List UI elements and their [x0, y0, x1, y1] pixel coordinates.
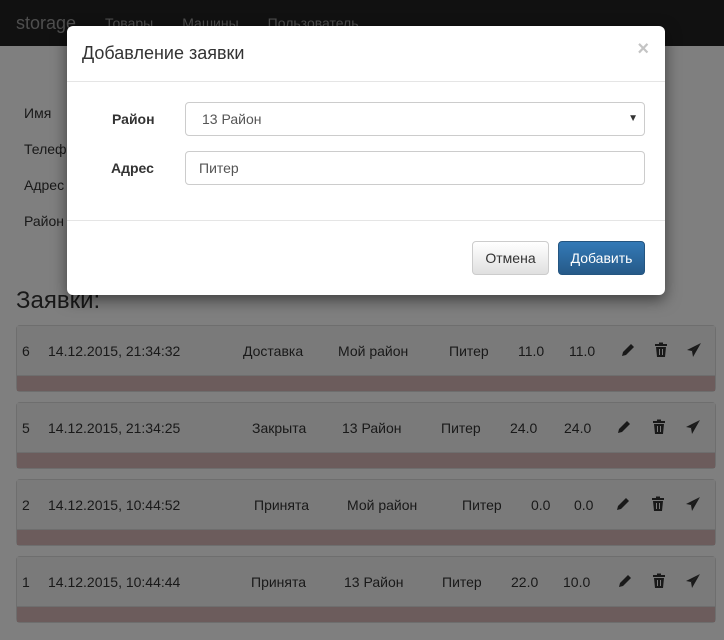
- add-button[interactable]: Добавить: [558, 241, 645, 275]
- modal-header: Добавление заявки ×: [67, 26, 665, 82]
- close-icon[interactable]: ×: [637, 39, 649, 59]
- address-input[interactable]: Питер: [185, 151, 645, 185]
- address-field-label: Адрес: [111, 160, 154, 176]
- district-select[interactable]: 13 Район ▼: [185, 102, 645, 136]
- address-input-value: Питер: [199, 160, 239, 176]
- add-order-dialog: Добавление заявки × Район 13 Район ▼ Адр…: [67, 26, 665, 295]
- modal-footer: Отмена Добавить: [67, 220, 665, 295]
- district-field-label: Район: [112, 111, 155, 127]
- district-selected-value: 13 Район: [202, 111, 262, 127]
- chevron-down-icon: ▼: [628, 113, 638, 124]
- modal-title: Добавление заявки: [82, 43, 245, 63]
- cancel-button[interactable]: Отмена: [472, 241, 549, 275]
